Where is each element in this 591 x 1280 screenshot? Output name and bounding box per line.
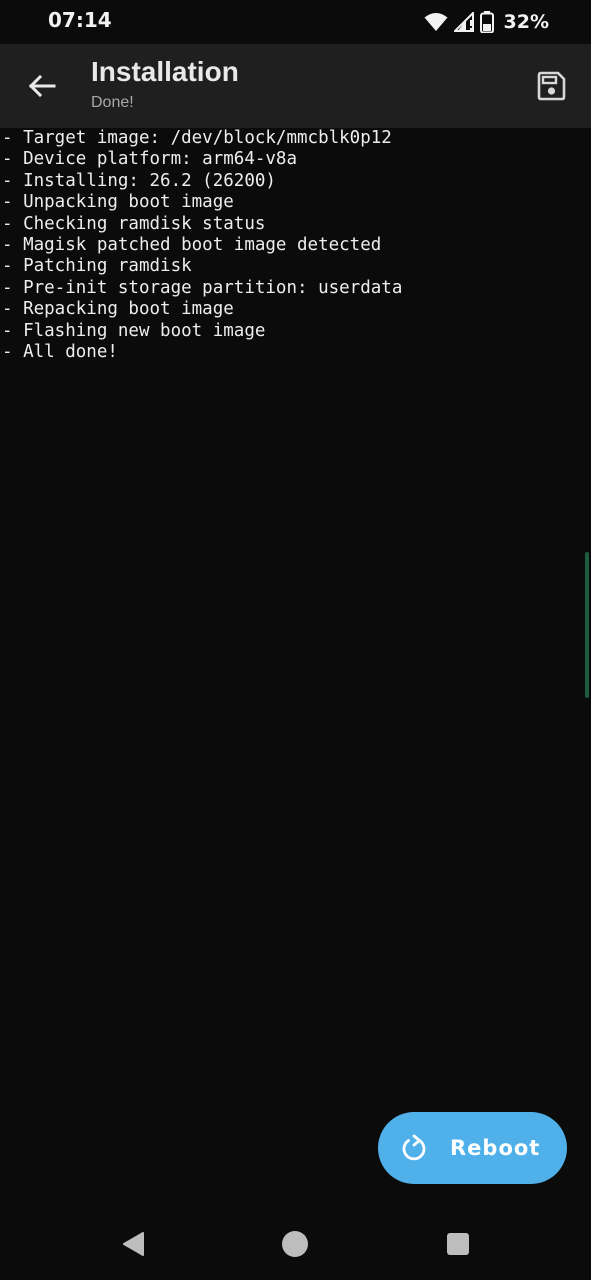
reboot-label: Reboot [450,1136,541,1160]
battery-percent: 32% [503,11,549,33]
installation-screen: 07:14 32% Installation Done! - Target im… [0,0,591,1280]
log-line: - Repacking boot image [2,299,234,320]
log-line: - Unpacking boot image [2,192,234,213]
log-line: - Magisk patched boot image detected [2,235,382,256]
nav-back-icon [123,1232,144,1256]
log-line: - Patching ramdisk [2,256,192,277]
page-title: Installation [91,56,239,87]
log-line: - Flashing new boot image [2,320,266,341]
system-nav-bar [0,1208,591,1280]
save-log-button[interactable] [531,66,571,106]
battery-icon [479,11,494,33]
arrow-back-icon [28,74,56,98]
nav-home-button[interactable] [275,1224,315,1264]
nav-recents-button[interactable] [438,1224,478,1264]
wifi-icon [424,12,448,32]
status-icons: 32% [424,9,549,35]
log-line: - All done! [2,342,118,363]
page-subtitle: Done! [91,94,134,111]
log-line: - Pre-init storage partition: userdata [2,277,403,298]
nav-back-button[interactable] [113,1224,153,1264]
save-icon [537,71,566,101]
cell-signal-icon [453,12,474,32]
restart-icon [402,1134,426,1161]
log-line: - Installing: 26.2 (26200) [2,170,276,191]
status-time: 07:14 [48,8,112,32]
nav-recents-icon [447,1233,469,1255]
scrollbar[interactable] [585,552,589,698]
log-line: - Device platform: arm64-v8a [2,149,298,170]
status-bar: 07:14 32% [0,0,591,44]
install-log: - Target image: /dev/block/mmcblk0p12 - … [0,128,591,363]
reboot-button[interactable]: Reboot [378,1112,567,1184]
nav-home-icon [282,1231,308,1257]
log-line: - Target image: /dev/block/mmcblk0p12 [2,128,392,148]
back-button[interactable] [22,66,62,106]
app-bar: Installation Done! [0,44,591,128]
log-line: - Checking ramdisk status [2,213,266,234]
